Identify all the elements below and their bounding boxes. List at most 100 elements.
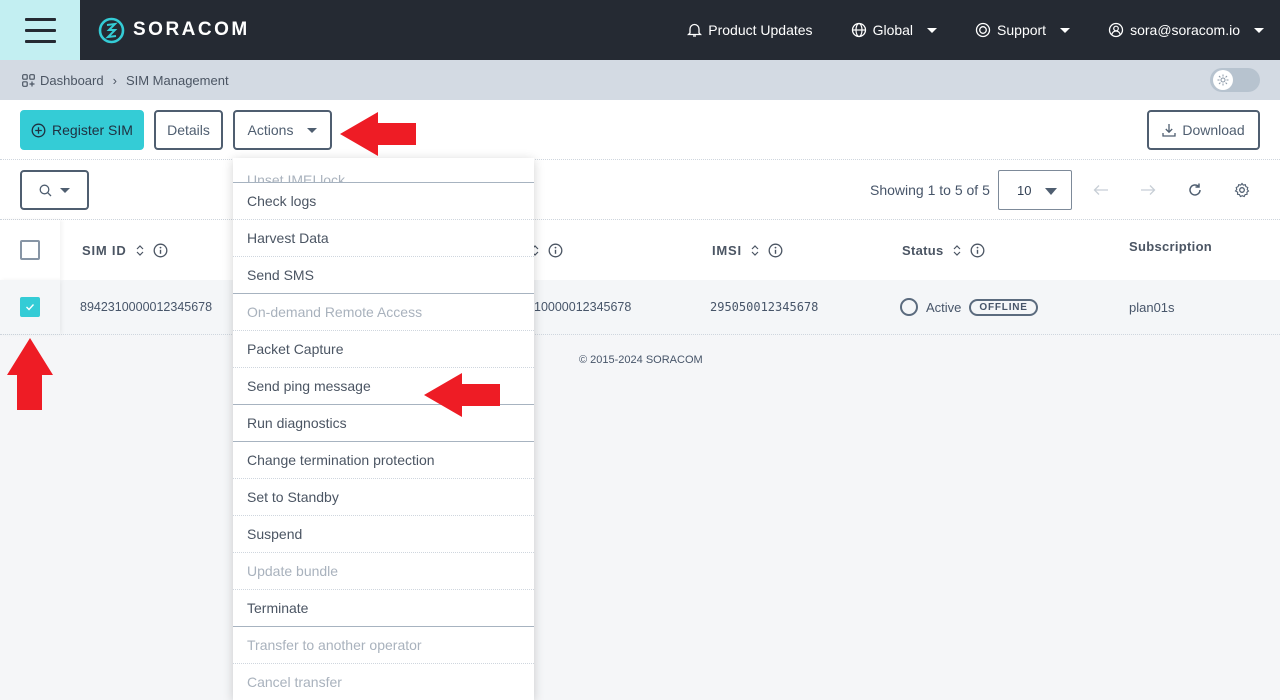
chevron-down-icon xyxy=(927,27,938,33)
breadcrumb: Dashboard › SIM Management xyxy=(0,60,1280,100)
next-page-button[interactable] xyxy=(1138,180,1158,200)
breadcrumb-dashboard[interactable]: Dashboard xyxy=(22,73,104,88)
actions-menu-item[interactable]: Send ping message xyxy=(233,368,534,405)
info-icon[interactable] xyxy=(548,243,563,258)
actions-menu-item: Unset IMEI lock xyxy=(233,158,534,183)
download-button[interactable]: Download xyxy=(1147,110,1260,150)
chevron-down-icon xyxy=(1045,188,1057,195)
actions-menu-item: Transfer to another operator xyxy=(233,627,534,664)
check-icon xyxy=(26,304,35,311)
info-icon[interactable] xyxy=(153,243,168,258)
menu-item-label: Packet Capture xyxy=(247,341,344,357)
product-updates-link[interactable]: Product Updates xyxy=(687,22,813,38)
sim-toolbar: Register SIM Details Actions Download xyxy=(0,100,1280,160)
register-sim-button[interactable]: Register SIM xyxy=(20,110,144,150)
table-settings-button[interactable] xyxy=(1232,180,1252,200)
column-label: IMSI xyxy=(712,242,742,258)
copyright-footer: © 2015-2024 SORACOM xyxy=(579,354,703,366)
column-label: Status xyxy=(902,242,944,258)
details-button[interactable]: Details xyxy=(154,110,223,150)
actions-menu-item[interactable]: Change termination protection xyxy=(233,442,534,479)
actions-menu-item[interactable]: Packet Capture xyxy=(233,331,534,368)
menu-item-label: Unset IMEI lock xyxy=(247,172,346,183)
menu-item-label: Harvest Data xyxy=(247,230,329,246)
actions-menu-item[interactable]: Check logs xyxy=(233,183,534,220)
column-header-iccid[interactable] xyxy=(530,220,563,280)
status-text: Active xyxy=(926,299,962,315)
select-all-cell xyxy=(0,220,60,280)
dashboard-grid-icon xyxy=(22,73,35,87)
plus-circle-icon xyxy=(31,123,46,137)
globe-icon xyxy=(851,22,866,38)
sim-id-cell: 8942310000012345678 xyxy=(80,300,213,314)
previous-page-button[interactable] xyxy=(1091,180,1111,200)
support-label: Support xyxy=(997,22,1047,38)
register-sim-label: Register SIM xyxy=(52,122,133,138)
actions-menu-item[interactable]: Set to Standby xyxy=(233,479,534,516)
actions-menu-item[interactable]: Send SMS xyxy=(233,257,534,294)
status-cell: Active OFFLINE xyxy=(900,280,1038,334)
info-icon[interactable] xyxy=(768,243,783,258)
actions-menu-item: On-demand Remote Access xyxy=(233,294,534,331)
actions-label: Actions xyxy=(247,122,294,138)
support-dropdown[interactable]: Support xyxy=(975,22,1071,38)
menu-icon-line xyxy=(24,17,56,21)
column-header-imsi[interactable]: IMSI xyxy=(712,220,783,280)
row-checkbox[interactable] xyxy=(20,297,40,317)
column-header-status[interactable]: Status xyxy=(902,220,985,280)
menu-item-label: Terminate xyxy=(247,600,309,616)
search-filter-button[interactable] xyxy=(20,170,89,210)
chevron-down-icon xyxy=(307,127,318,133)
user-icon xyxy=(1108,22,1124,38)
breadcrumb-dashboard-label: Dashboard xyxy=(40,72,104,88)
user-menu-dropdown[interactable]: sora@soracom.io xyxy=(1108,22,1264,38)
per-page-select[interactable]: 10 xyxy=(998,170,1072,210)
soracom-logo-icon xyxy=(98,17,125,43)
column-header-subscription[interactable]: Subscription xyxy=(1129,216,1212,276)
actions-dropdown-button[interactable]: Actions xyxy=(233,110,332,150)
info-icon[interactable] xyxy=(970,243,985,258)
select-all-checkbox[interactable] xyxy=(20,240,40,260)
sort-icon[interactable] xyxy=(952,244,962,257)
menu-item-label: Run diagnostics xyxy=(247,415,347,431)
table-row[interactable]: 8942310000012345678 10000012345678 29505… xyxy=(0,280,1280,335)
column-label: Subscription xyxy=(1129,238,1213,254)
arrow-right-icon xyxy=(1141,185,1156,195)
breadcrumb-current: SIM Management xyxy=(125,72,229,88)
imsi-cell: 295050012345678 xyxy=(710,300,819,314)
column-header-sim-id[interactable]: SIM ID xyxy=(82,220,168,280)
chevron-right-icon: › xyxy=(112,72,117,88)
actions-menu-item[interactable]: Run diagnostics xyxy=(233,405,534,442)
actions-menu-item[interactable]: Harvest Data xyxy=(233,220,534,257)
per-page-value: 10 xyxy=(1017,182,1032,198)
actions-dropdown-menu: Unset IMEI lock Check logs Harvest Data Sen… xyxy=(233,158,534,700)
download-label: Download xyxy=(1182,122,1245,138)
theme-toggle[interactable] xyxy=(1210,68,1260,92)
chevron-down-icon xyxy=(1254,27,1264,33)
region-dropdown[interactable]: Global xyxy=(851,22,938,38)
menu-icon-line xyxy=(24,39,56,43)
iccid-cell: 10000012345678 xyxy=(534,300,632,314)
brand-logo[interactable]: SORACOM xyxy=(98,17,250,44)
annotation-arrow-up-icon xyxy=(7,338,53,410)
menu-item-label: On-demand Remote Access xyxy=(247,304,423,320)
sun-icon xyxy=(1213,70,1233,90)
filter-bar: Showing 1 to 5 of 5 10 xyxy=(0,160,1280,220)
menu-item-label: Send SMS xyxy=(247,267,314,283)
top-navbar: SORACOM Product Updates Global Support s… xyxy=(0,0,1280,60)
refresh-button[interactable] xyxy=(1185,180,1205,200)
menu-item-label: Send ping message xyxy=(247,378,371,394)
hamburger-menu-button[interactable] xyxy=(0,0,80,60)
product-updates-label: Product Updates xyxy=(708,22,813,38)
actions-menu-item[interactable]: Suspend xyxy=(233,516,534,553)
actions-menu-item: Cancel transfer xyxy=(233,664,534,700)
sort-icon[interactable] xyxy=(135,244,145,257)
row-select-cell xyxy=(0,280,60,334)
online-status-badge: OFFLINE xyxy=(969,298,1038,316)
bell-icon xyxy=(687,23,703,37)
menu-item-label: Set to Standby xyxy=(247,489,339,505)
subscription-cell: plan01s xyxy=(1129,299,1175,315)
sort-icon[interactable] xyxy=(750,244,760,257)
actions-menu-item[interactable]: Terminate xyxy=(233,590,534,627)
status-circle-icon xyxy=(900,298,918,316)
